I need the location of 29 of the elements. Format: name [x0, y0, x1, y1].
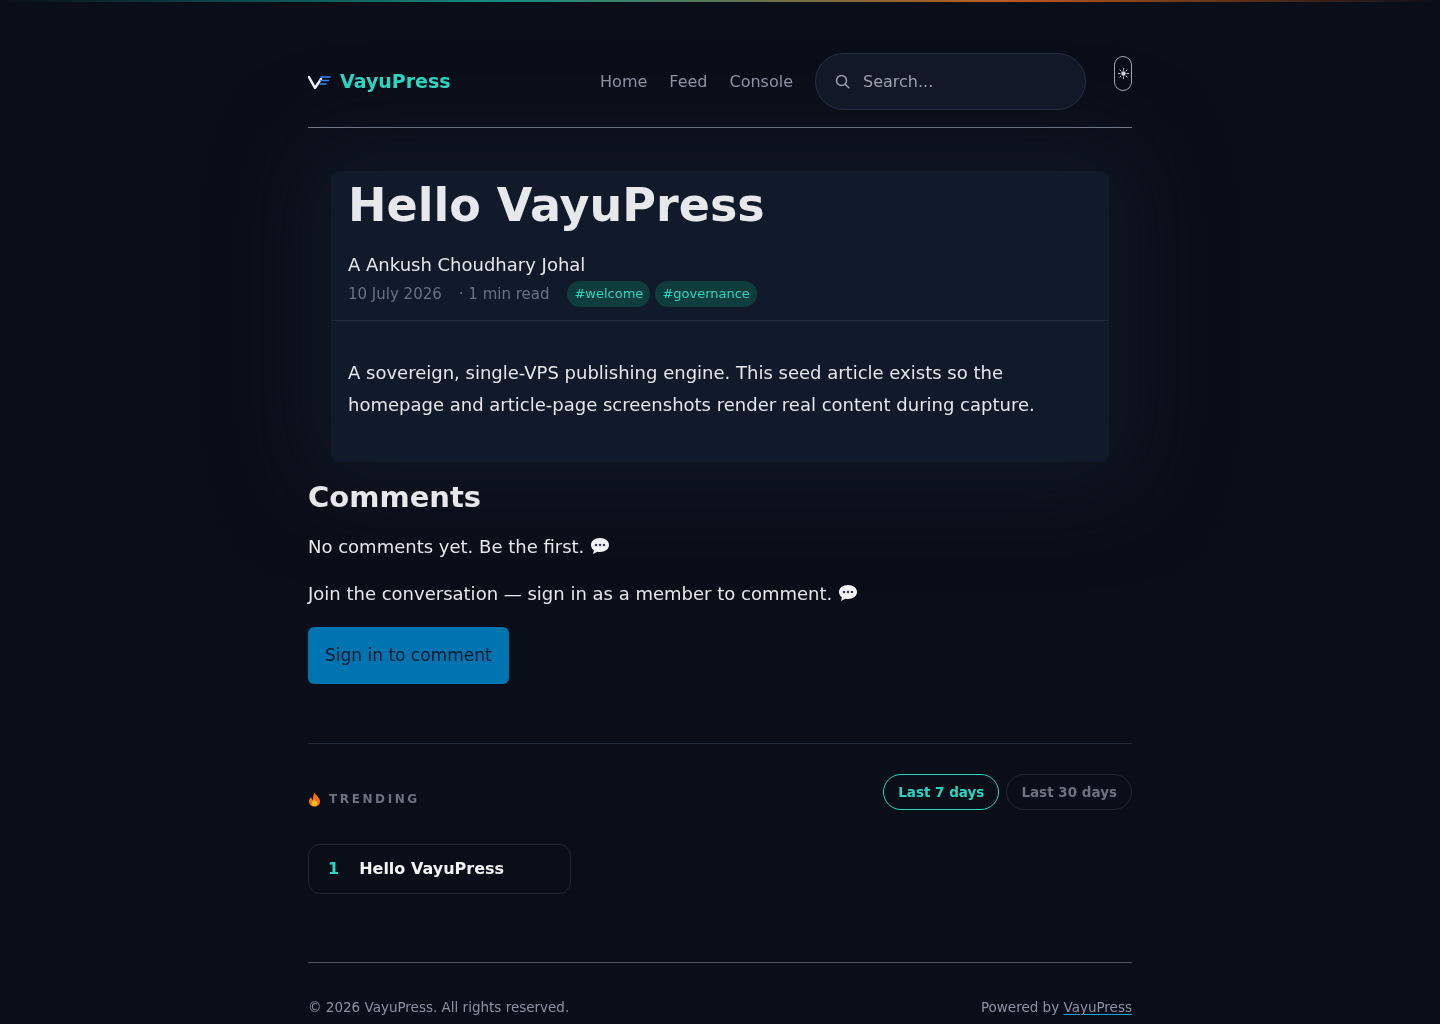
trending-rank: 1 [328, 858, 340, 881]
footer-link[interactable]: VayuPress [1063, 999, 1132, 1016]
speech-bubble-icon [838, 584, 859, 603]
sign-in-prompt: Join the conversation — sign in as a member to comment. [308, 583, 833, 605]
sign-in-button[interactable]: Sign in to comment [308, 627, 509, 685]
article-title: Hello VayuPress [348, 178, 766, 234]
copyright-text: © 2026 VayuPress. All rights reserved. [308, 998, 570, 1018]
logo-icon [308, 73, 331, 90]
empty-comments-text: No comments yet. Be the first. [308, 536, 585, 558]
search-icon [835, 74, 850, 89]
comments-heading: Comments [308, 479, 483, 516]
article-author: A Ankush Choudhary Johal [348, 253, 587, 278]
nav-link[interactable]: Feed [669, 69, 708, 94]
powered-by-text: Powered by [980, 999, 1060, 1016]
article-date: 10 July 2026 [348, 283, 442, 305]
speech-bubble-icon [590, 537, 611, 556]
trending-item[interactable]: 1 Hello VayuPress [308, 844, 571, 895]
read-time: · 1 min read [458, 283, 550, 305]
nav-link[interactable]: Home [600, 69, 648, 94]
article-body: A sovereign, single-VPS publishing engine. This seed article exists so the homepage and article-page screenshots render real content during capture. [348, 361, 1036, 418]
trending-title: Hello VayuPress [359, 858, 505, 881]
tag-link[interactable]: #governance [655, 281, 757, 308]
brand-logo[interactable]: VayuPress [308, 67, 451, 96]
sun-icon [1117, 68, 1129, 79]
search-field[interactable]: Search... [815, 53, 1086, 110]
flame-icon [308, 791, 321, 807]
nav-link[interactable]: Console [729, 69, 793, 94]
trending-label: TRENDING [329, 791, 420, 809]
tag-link[interactable]: #welcome [567, 281, 651, 308]
